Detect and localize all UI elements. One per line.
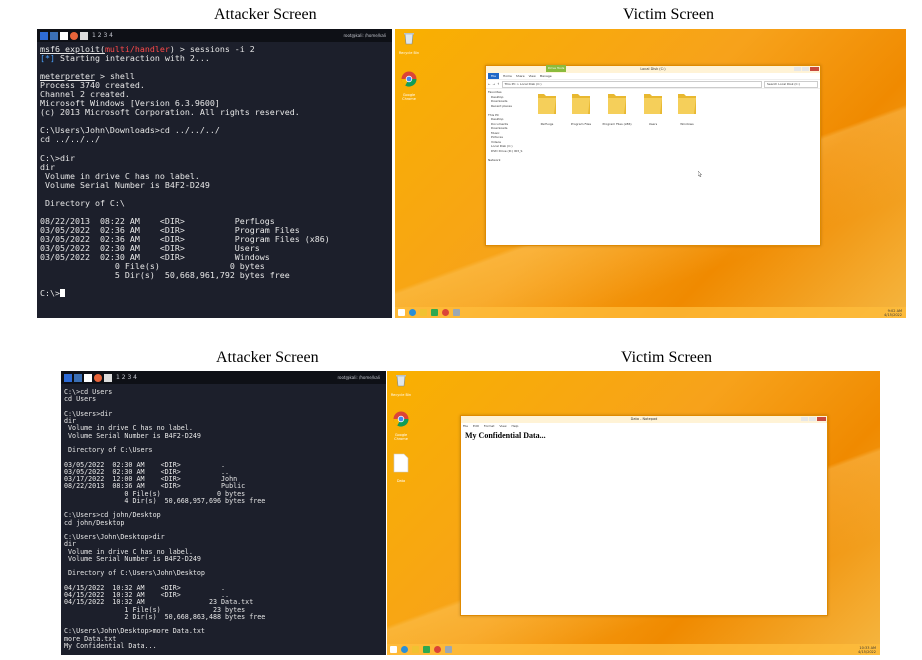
caption-top-victim: Victim Screen: [623, 6, 715, 23]
file-explorer-window[interactable]: Local Disk (C:) Drive Tools File Home Sh…: [485, 65, 821, 246]
notepad-content[interactable]: My Confidential Data...: [465, 431, 546, 440]
editor-icon[interactable]: [104, 373, 112, 382]
app-taskbar-icon[interactable]: [453, 309, 460, 316]
workspace-switcher[interactable]: 1 2 3 4: [116, 374, 137, 381]
folder-perflogs[interactable]: PerfLogs: [532, 90, 562, 126]
attacker-terminal-bottom[interactable]: 1 2 3 4 root@kali: /home/kali C:\>cd Use…: [61, 371, 386, 655]
maximize-button[interactable]: [802, 67, 809, 71]
notepad-window[interactable]: Data - Notepad File Edit Format View Hel…: [460, 415, 828, 616]
notepad-taskbar-icon[interactable]: [445, 646, 452, 653]
explorer-ribbon: File Home Share View Manage: [486, 73, 820, 80]
terminal-output-top: msf6 exploit(multi/handler) > sessions -…: [40, 44, 330, 299]
chrome-icon[interactable]: Google Chrome: [396, 71, 422, 101]
start-button-icon[interactable]: [398, 309, 405, 316]
terminal-host-label: root@kali: /home/kali: [343, 33, 386, 38]
ribbon-tab-manage[interactable]: Manage: [540, 74, 552, 78]
notepad-title-bar[interactable]: Data - Notepad: [461, 416, 827, 423]
minimize-button[interactable]: [794, 67, 801, 71]
workspace-switcher[interactable]: 1 2 3 4: [92, 32, 113, 39]
files-icon[interactable]: [50, 31, 58, 40]
browser-icon[interactable]: [70, 31, 78, 40]
navigation-pane: Favorites Desktop Downloads Recent place…: [488, 90, 526, 162]
files-icon[interactable]: [74, 373, 82, 382]
terminal-top-bar: 1 2 3 4 root@kali: /home/kali: [37, 29, 392, 42]
caption-top-attacker: Attacker Screen: [214, 6, 317, 23]
taskbar-bottom: 10:33 AM 4/15/2022: [387, 644, 880, 655]
shell-output: Process 3740 created. Channel 2 created.…: [40, 80, 330, 299]
ribbon-tab-share[interactable]: Share: [516, 74, 525, 78]
back-arrow-icon[interactable]: ←: [488, 82, 491, 86]
mouse-cursor-icon: [698, 171, 702, 177]
menu-edit[interactable]: Edit: [473, 424, 479, 428]
terminal-output-bottom: C:\>cd Users cd Users C:\Users>dir dir V…: [64, 388, 266, 655]
start-button-icon[interactable]: [390, 646, 397, 653]
close-button[interactable]: [810, 67, 819, 71]
recycle-bin-icon[interactable]: Recycle Bin: [388, 373, 414, 397]
up-arrow-icon[interactable]: ↑: [497, 82, 500, 86]
caption-bottom-victim: Victim Screen: [621, 349, 713, 366]
browser-icon[interactable]: [94, 373, 102, 382]
address-bar-row: ← → ↑ This PC > Local Disk (C:) Search L…: [486, 80, 820, 89]
attacker-terminal-top[interactable]: 1 2 3 4 root@kali: /home/kali msf6 explo…: [37, 29, 392, 318]
victim-desktop-top: Recycle Bin Google Chrome Local Disk (C:…: [395, 29, 906, 318]
close-button[interactable]: [817, 417, 826, 421]
terminal-host-label: root@kali: /home/kali: [337, 375, 380, 380]
search-box[interactable]: Search Local Disk (C:): [764, 80, 818, 88]
menu-help[interactable]: Help: [512, 424, 519, 428]
system-clock[interactable]: 9:02 AM 4/15/2022: [884, 309, 902, 317]
menu-file[interactable]: File: [463, 424, 468, 428]
recycle-bin-icon[interactable]: Recycle Bin: [396, 31, 422, 55]
system-clock[interactable]: 10:33 AM 4/15/2022: [858, 646, 876, 654]
terminal-bottom-bar: 1 2 3 4 root@kali: /home/kali: [61, 371, 386, 384]
store-icon[interactable]: [423, 646, 430, 653]
ie-icon[interactable]: [409, 309, 416, 316]
explorer-title: Local Disk (C:): [640, 67, 666, 71]
terminal-icon[interactable]: [84, 373, 92, 382]
minimize-button[interactable]: [801, 417, 808, 421]
chrome-taskbar-icon[interactable]: [434, 646, 441, 653]
ribbon-tab-home[interactable]: Home: [503, 74, 512, 78]
taskbar-top: 9:02 AM 4/15/2022: [395, 307, 906, 318]
ribbon-tab-view[interactable]: View: [529, 74, 536, 78]
kali-menu-icon[interactable]: [64, 373, 72, 382]
nav-item[interactable]: DVD Drive (D:) IR3_S: [488, 149, 526, 154]
chrome-icon[interactable]: Google Chrome: [388, 411, 414, 441]
explorer-title-bar[interactable]: Local Disk (C:) Drive Tools: [486, 65, 820, 73]
folder-program-files[interactable]: Program Files: [566, 90, 596, 126]
menu-format[interactable]: Format: [484, 424, 495, 428]
kali-menu-icon[interactable]: [40, 31, 48, 40]
ie-icon[interactable]: [401, 646, 408, 653]
terminal-icon[interactable]: [60, 31, 68, 40]
drive-tools-tab[interactable]: Drive Tools: [546, 65, 567, 72]
chrome-taskbar-icon[interactable]: [442, 309, 449, 316]
forward-arrow-icon[interactable]: →: [493, 82, 496, 86]
terminal-cursor: [59, 289, 65, 298]
editor-icon[interactable]: [80, 31, 88, 40]
explorer-taskbar-icon[interactable]: [420, 309, 427, 316]
maximize-button[interactable]: [809, 417, 816, 421]
info-text: Starting interaction with 2...: [55, 53, 210, 64]
victim-desktop-bottom: Recycle Bin Google Chrome Data Data - No…: [387, 371, 880, 655]
text-file-icon[interactable]: Data: [388, 453, 414, 483]
nav-item[interactable]: Network: [488, 158, 526, 163]
store-icon[interactable]: [431, 309, 438, 316]
notepad-title: Data - Notepad: [630, 417, 658, 421]
info-tag: [*]: [40, 53, 55, 64]
folder-users[interactable]: Users: [638, 90, 668, 126]
notepad-menu-bar: File Edit Format View Help: [461, 423, 827, 428]
menu-view[interactable]: View: [499, 424, 506, 428]
folder-windows[interactable]: Windows: [672, 90, 702, 126]
caption-bottom-attacker: Attacker Screen: [216, 349, 319, 366]
folder-program-files-x86[interactable]: Program Files (x86): [602, 90, 632, 126]
explorer-taskbar-icon[interactable]: [412, 646, 419, 653]
shell-output: C:\>cd Users cd Users C:\Users>dir dir V…: [64, 388, 266, 650]
address-bar[interactable]: This PC > Local Disk (C:): [501, 80, 762, 88]
ribbon-tab-file[interactable]: File: [488, 73, 500, 79]
